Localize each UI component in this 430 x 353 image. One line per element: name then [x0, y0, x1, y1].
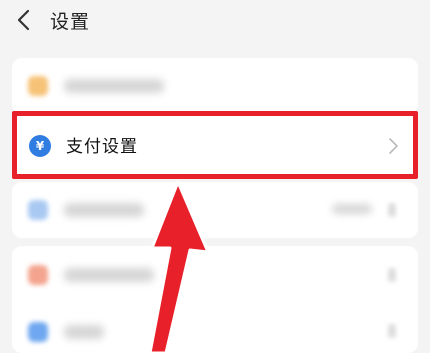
blurred-item-icon: [28, 76, 48, 96]
chevron-right-icon: [388, 203, 396, 217]
payment-settings-label: 支付设置: [66, 137, 138, 157]
header-bar: 设置: [0, 0, 430, 46]
settings-card-top: [12, 58, 418, 114]
chevron-right-icon: [389, 138, 398, 154]
chevron-right-icon: [388, 324, 396, 338]
payment-settings-row[interactable]: ¥ 支付设置: [12, 111, 418, 179]
annotation-arrow: [148, 180, 210, 353]
blurred-item-value: [332, 204, 372, 214]
blurred-item-icon: [28, 200, 48, 220]
yuan-coin-icon: ¥: [29, 135, 51, 157]
blurred-item-icon: [28, 265, 48, 285]
blurred-item-icon: [28, 322, 48, 342]
blurred-item-label[interactable]: [64, 325, 104, 339]
chevron-right-icon: [388, 268, 396, 282]
chevron-left-icon[interactable]: [12, 8, 36, 32]
page-title: 设置: [50, 11, 91, 33]
blurred-item-label[interactable]: [64, 79, 164, 93]
